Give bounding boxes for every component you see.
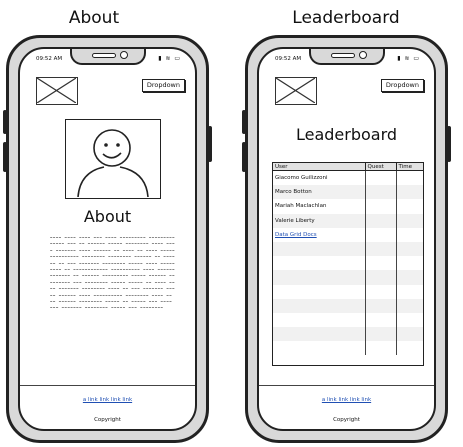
empty-cell bbox=[396, 270, 423, 285]
table-row bbox=[273, 241, 423, 257]
empty-cell bbox=[396, 313, 423, 327]
empty-cell bbox=[273, 270, 366, 285]
empty-cell bbox=[396, 256, 423, 270]
table-row bbox=[273, 327, 423, 342]
phone-side-button bbox=[3, 110, 7, 134]
phone-side-button bbox=[3, 142, 7, 172]
column-header-user[interactable]: User bbox=[273, 163, 366, 171]
table-row bbox=[273, 341, 423, 356]
user-cell: Giacomo Guilizzoni bbox=[273, 170, 366, 186]
empty-cell bbox=[396, 241, 423, 257]
empty-cell bbox=[273, 284, 366, 299]
empty-cell bbox=[396, 341, 423, 355]
empty-cell bbox=[365, 298, 397, 313]
table-row bbox=[273, 270, 423, 285]
user-cell: Valerie Liberty bbox=[273, 213, 366, 228]
empty-cell bbox=[365, 284, 397, 299]
column-header-quest[interactable]: Quest bbox=[365, 163, 397, 171]
table-row bbox=[273, 284, 423, 299]
quest-cell bbox=[365, 170, 397, 186]
empty-cell bbox=[396, 298, 423, 313]
footer-divider bbox=[259, 385, 434, 386]
table-row[interactable]: Mariah Maclachlan bbox=[273, 199, 423, 214]
time-cell bbox=[396, 171, 423, 186]
leaderboard-phone-frame: 09:52 AM ▮ ≋ ▭ Dropdown Leaderboard User… bbox=[242, 35, 451, 443]
user-cell: Mariah Maclachlan bbox=[273, 199, 366, 214]
table-row[interactable]: Data Grid Docs bbox=[273, 227, 423, 242]
footer-divider bbox=[20, 385, 195, 386]
time-cell bbox=[396, 228, 423, 242]
about-phone-frame: 09:52 AM ▮ ≋ ▭ Dropdown About ~~~~ ~~~~ … bbox=[3, 35, 212, 443]
quest-cell bbox=[365, 227, 397, 242]
image-placeholder-icon bbox=[275, 77, 316, 104]
status-time: 09:52 AM bbox=[36, 56, 63, 62]
time-cell bbox=[396, 213, 423, 228]
profile-portrait bbox=[65, 119, 161, 199]
empty-cell bbox=[365, 327, 397, 342]
about-screen: 09:52 AM ▮ ≋ ▭ Dropdown About ~~~~ ~~~~ … bbox=[18, 47, 197, 431]
phone-side-button bbox=[242, 110, 246, 134]
image-placeholder-icon bbox=[36, 77, 77, 104]
phone-notch bbox=[70, 49, 146, 65]
empty-cell bbox=[365, 341, 397, 356]
dropdown-button[interactable]: Dropdown bbox=[141, 79, 185, 92]
status-icons: ▮ ≋ ▭ bbox=[158, 55, 181, 62]
status-icons: ▮ ≋ ▭ bbox=[397, 55, 420, 62]
quest-cell bbox=[365, 213, 397, 228]
speaker-icon bbox=[92, 53, 116, 58]
grid-docs-link[interactable]: Data Grid Docs bbox=[273, 227, 366, 242]
footer-link[interactable]: a link link link link bbox=[259, 397, 434, 403]
empty-cell bbox=[396, 327, 423, 342]
empty-cell bbox=[396, 285, 423, 299]
empty-cell bbox=[365, 241, 397, 257]
empty-cell bbox=[365, 270, 397, 285]
table-row bbox=[273, 256, 423, 271]
leaderboard-data-grid[interactable]: User Quest Time Giacomo Guilizzoni Marco… bbox=[272, 162, 424, 366]
dropdown-button[interactable]: Dropdown bbox=[380, 79, 424, 92]
table-row[interactable]: Valerie Liberty bbox=[273, 213, 423, 228]
table-row bbox=[273, 298, 423, 313]
phone-notch bbox=[309, 49, 385, 65]
empty-cell bbox=[273, 312, 366, 328]
empty-cell bbox=[273, 341, 366, 356]
copyright-text: Copyright bbox=[94, 417, 121, 423]
copyright-text: Copyright bbox=[333, 417, 360, 423]
phone-side-button bbox=[208, 126, 212, 162]
empty-cell bbox=[273, 256, 366, 271]
leaderboard-screen-label: Leaderboard bbox=[292, 8, 400, 28]
empty-cell bbox=[365, 312, 397, 328]
camera-icon bbox=[120, 51, 128, 59]
about-screen-label: About bbox=[68, 8, 120, 28]
column-header-time[interactable]: Time bbox=[396, 163, 423, 171]
phone-side-button bbox=[242, 142, 246, 172]
camera-icon bbox=[359, 51, 367, 59]
page-title: About bbox=[83, 207, 132, 226]
quest-cell bbox=[365, 185, 397, 200]
speaker-icon bbox=[331, 53, 355, 58]
page-title: Leaderboard bbox=[295, 125, 398, 144]
time-cell bbox=[396, 199, 423, 213]
time-cell bbox=[396, 185, 423, 200]
table-row[interactable]: Marco Botton bbox=[273, 185, 423, 200]
user-portrait-icon bbox=[77, 129, 149, 198]
empty-cell bbox=[273, 298, 366, 313]
phone-side-button bbox=[447, 126, 451, 162]
user-cell: Marco Botton bbox=[273, 185, 366, 200]
about-body-text: ~~~~ ~~~~ ~~~~ ~~~ ~~~~ ~~~~~~~~~ ~~~~~~… bbox=[50, 235, 176, 311]
logo-image-placeholder bbox=[36, 77, 78, 105]
status-time: 09:52 AM bbox=[275, 56, 302, 62]
empty-cell bbox=[273, 241, 366, 257]
empty-cell bbox=[365, 256, 397, 271]
leaderboard-screen: 09:52 AM ▮ ≋ ▭ Dropdown Leaderboard User… bbox=[257, 47, 436, 431]
quest-cell bbox=[365, 199, 397, 214]
empty-cell bbox=[273, 327, 366, 342]
logo-image-placeholder bbox=[275, 77, 317, 105]
table-row[interactable]: Giacomo Guilizzoni bbox=[273, 170, 423, 186]
footer-link[interactable]: a link link link link bbox=[20, 397, 195, 403]
table-row bbox=[273, 312, 423, 328]
